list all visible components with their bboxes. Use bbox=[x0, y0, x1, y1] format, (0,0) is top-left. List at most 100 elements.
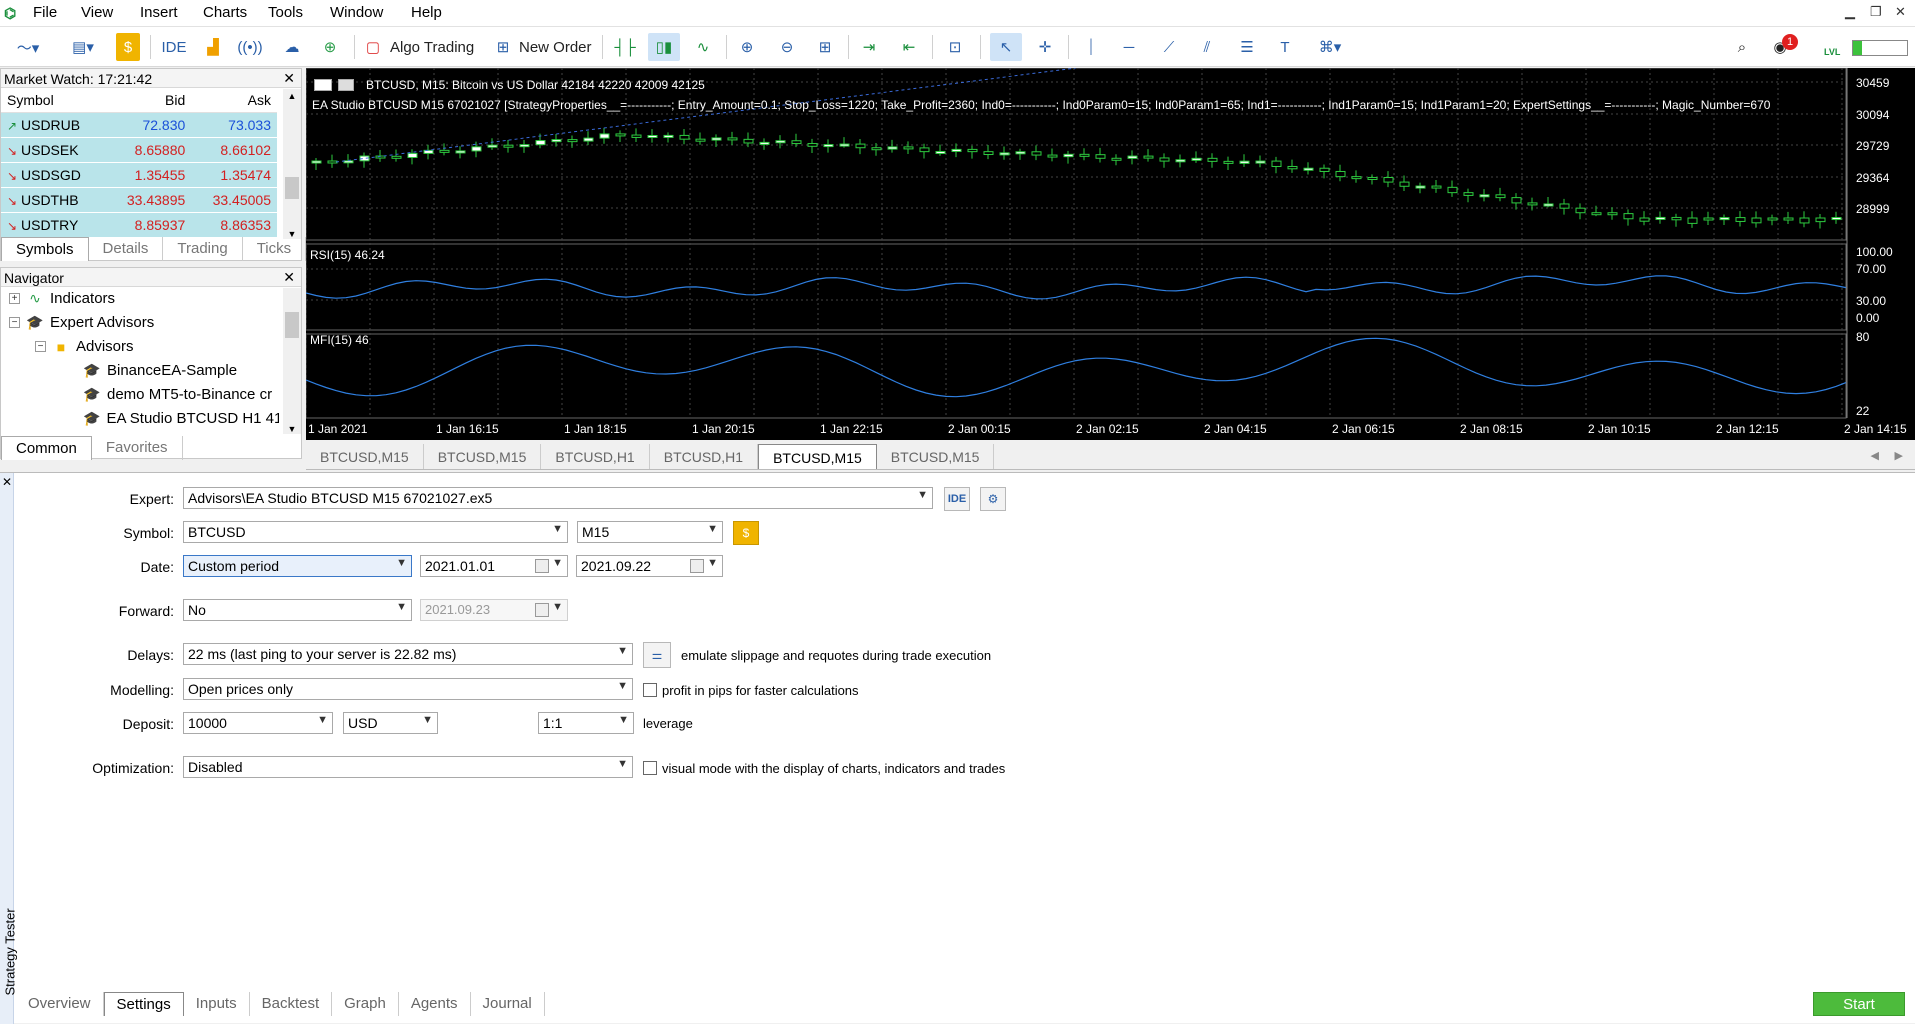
modelling-select[interactable]: Open prices only ▼ bbox=[183, 678, 633, 700]
scroll-right-icon[interactable]: ▶ bbox=[1895, 449, 1903, 462]
menu-charts[interactable]: Charts bbox=[203, 4, 247, 21]
shapes-menu-icon[interactable]: ⌘▾ bbox=[1308, 33, 1352, 61]
chart-tab[interactable]: BTCUSD,H1 bbox=[541, 444, 650, 469]
table-row[interactable]: ↗ USDRUB 72.830 73.033 bbox=[1, 112, 277, 138]
leverage-select[interactable]: 1:1 ▼ bbox=[538, 712, 634, 734]
bar-chart-icon[interactable]: ┤├ bbox=[610, 33, 640, 61]
deposit-select[interactable]: 10000 ▼ bbox=[183, 712, 333, 734]
market-icon[interactable]: $ bbox=[116, 33, 140, 61]
calendar-icon[interactable] bbox=[535, 559, 549, 573]
close-icon[interactable]: ✕ bbox=[1895, 4, 1906, 20]
menu-insert[interactable]: Insert bbox=[140, 4, 178, 21]
ide-button[interactable]: IDE bbox=[158, 33, 190, 61]
crosshair-icon[interactable]: ✛ bbox=[1030, 33, 1060, 61]
screenshot-icon[interactable]: ⊡ bbox=[940, 33, 970, 61]
symbol-cell[interactable]: ↘ USDSGD bbox=[1, 162, 106, 188]
table-row[interactable]: ↘ USDTRY 8.85937 8.86353 bbox=[1, 212, 277, 238]
symbol-cell[interactable]: ↘ USDSEK bbox=[1, 137, 106, 163]
close-icon[interactable]: ✕ bbox=[2, 475, 12, 489]
date-from-field[interactable]: 2021.01.01 ▼ bbox=[420, 555, 568, 577]
menu-help[interactable]: Help bbox=[411, 4, 442, 21]
calendar-icon[interactable] bbox=[690, 559, 704, 573]
shopping-bag-icon[interactable]: ▟ bbox=[200, 33, 226, 61]
fibonacci-icon[interactable]: ☰ bbox=[1232, 33, 1262, 61]
symbol-properties-icon[interactable]: $ bbox=[733, 521, 759, 545]
tab-graph[interactable]: Graph bbox=[332, 992, 399, 1016]
chart-tab[interactable]: BTCUSD,M15 bbox=[424, 444, 542, 469]
tab-trading[interactable]: Trading bbox=[163, 237, 243, 261]
horizontal-line-icon[interactable]: ─ bbox=[1114, 33, 1144, 61]
table-row[interactable]: ↘ USDTHB 33.43895 33.45005 bbox=[1, 187, 277, 213]
tab-overview[interactable]: Overview bbox=[16, 992, 104, 1016]
nav-item-expert-advisors[interactable]: − 🎓 Expert Advisors bbox=[9, 314, 154, 331]
visual-mode-checkbox-label[interactable]: visual mode with the display of charts, … bbox=[662, 761, 1005, 776]
chart-tab[interactable]: BTCUSD,M15 bbox=[306, 444, 424, 469]
scrollbar[interactable]: ▼ bbox=[283, 288, 301, 434]
cursor-icon[interactable]: ↖ bbox=[990, 33, 1022, 61]
menu-view[interactable]: View bbox=[81, 4, 113, 21]
restore-icon[interactable]: ❐ bbox=[1870, 4, 1882, 20]
chart-one-click-icon[interactable] bbox=[338, 79, 354, 91]
close-icon[interactable]: ✕ bbox=[283, 269, 295, 286]
search-icon[interactable]: ⌕ bbox=[1728, 33, 1756, 61]
pips-checkbox-label[interactable]: profit in pips for faster calculations bbox=[662, 683, 859, 698]
start-button[interactable]: Start bbox=[1813, 992, 1905, 1016]
line-chart-menu-icon[interactable]: 〜▾ bbox=[10, 33, 46, 61]
column-header-symbol[interactable]: Symbol bbox=[1, 88, 106, 113]
table-row[interactable]: ↘ USDSEK 8.65880 8.66102 bbox=[1, 137, 277, 163]
text-icon[interactable]: T bbox=[1270, 33, 1300, 61]
chart-tab-active[interactable]: BTCUSD,M15 bbox=[758, 444, 877, 469]
trendline-icon[interactable]: ⟋ bbox=[1154, 33, 1184, 61]
tab-symbols[interactable]: Symbols bbox=[1, 237, 89, 261]
algo-trading-button[interactable]: Algo Trading bbox=[390, 39, 474, 56]
tab-settings[interactable]: Settings bbox=[103, 992, 184, 1016]
ide-edit-button[interactable]: IDE bbox=[944, 487, 970, 511]
date-mode-select[interactable]: Custom period ▼ bbox=[183, 555, 412, 577]
channel-icon[interactable]: ⫽ bbox=[1192, 33, 1222, 61]
symbol-select[interactable]: BTCUSD ▼ bbox=[183, 521, 568, 543]
optimization-select[interactable]: Disabled ▼ bbox=[183, 756, 633, 778]
nav-item-binanceea-sample[interactable]: 🎓 BinanceEA-Sample bbox=[83, 362, 237, 379]
price-chart[interactable]: BTCUSD, M15: Bitcoin vs US Dollar 42184 … bbox=[306, 68, 1915, 440]
delays-select[interactable]: 22 ms (last ping to your server is 22.82… bbox=[183, 643, 633, 665]
zoom-out-icon[interactable]: ⊖ bbox=[772, 33, 802, 61]
line-chart-icon[interactable]: ∿ bbox=[688, 33, 718, 61]
timeframe-select[interactable]: M15 ▼ bbox=[577, 521, 723, 543]
grid-icon[interactable]: ⊞ bbox=[810, 33, 840, 61]
cloud-icon[interactable]: ☁ bbox=[278, 33, 306, 61]
currency-select[interactable]: USD ▼ bbox=[343, 712, 438, 734]
symbol-cell[interactable]: ↗ USDRUB bbox=[1, 112, 106, 138]
candlestick-chart-icon[interactable]: ▯▮ bbox=[648, 33, 680, 61]
expert-select[interactable]: Advisors\EA Studio BTCUSD M15 67021027.e… bbox=[183, 487, 933, 509]
menu-window[interactable]: Window bbox=[330, 4, 383, 21]
chart-tab[interactable]: BTCUSD,H1 bbox=[650, 444, 759, 469]
scrollbar[interactable]: ▲ ▼ bbox=[283, 89, 301, 239]
chart-canvas[interactable] bbox=[306, 68, 1915, 440]
column-header-ask[interactable]: Ask bbox=[191, 88, 277, 113]
symbol-cell[interactable]: ↘ USDTHB bbox=[1, 187, 106, 213]
tab-backtest[interactable]: Backtest bbox=[250, 992, 333, 1016]
tab-common[interactable]: Common bbox=[1, 436, 92, 460]
date-to-field[interactable]: 2021.09.22 ▼ bbox=[576, 555, 723, 577]
collapse-icon[interactable]: − bbox=[35, 341, 46, 352]
new-order-button[interactable]: New Order bbox=[519, 39, 592, 56]
minimize-icon[interactable]: ▁ bbox=[1845, 4, 1855, 20]
chart-template-icon[interactable]: ▤▾ bbox=[62, 33, 104, 61]
signals-icon[interactable]: ((•)) bbox=[236, 33, 264, 61]
forward-select[interactable]: No ▼ bbox=[183, 599, 412, 621]
nav-item-ea-studio-btcusd-h1[interactable]: 🎓 EA Studio BTCUSD H1 41 bbox=[83, 410, 279, 427]
tab-agents[interactable]: Agents bbox=[399, 992, 471, 1016]
column-header-bid[interactable]: Bid bbox=[105, 88, 192, 113]
algo-trading-icon[interactable]: ▢ bbox=[362, 33, 384, 61]
chart-shift-icon[interactable]: ⇤ bbox=[894, 33, 924, 61]
tab-favorites[interactable]: Favorites bbox=[92, 436, 183, 460]
menu-tools[interactable]: Tools bbox=[268, 4, 303, 21]
autoscroll-icon[interactable]: ⇥ bbox=[854, 33, 884, 61]
collapse-icon[interactable]: − bbox=[9, 317, 20, 328]
nav-item-advisors[interactable]: − ■ Advisors bbox=[35, 338, 134, 355]
table-row[interactable]: ↘ USDSGD 1.35455 1.35474 bbox=[1, 162, 277, 188]
settings-gear-icon[interactable]: ⚙ bbox=[980, 487, 1006, 511]
close-icon[interactable]: ✕ bbox=[283, 70, 295, 87]
symbol-cell[interactable]: ↘ USDTRY bbox=[1, 212, 106, 238]
visual-mode-checkbox[interactable] bbox=[643, 761, 657, 775]
